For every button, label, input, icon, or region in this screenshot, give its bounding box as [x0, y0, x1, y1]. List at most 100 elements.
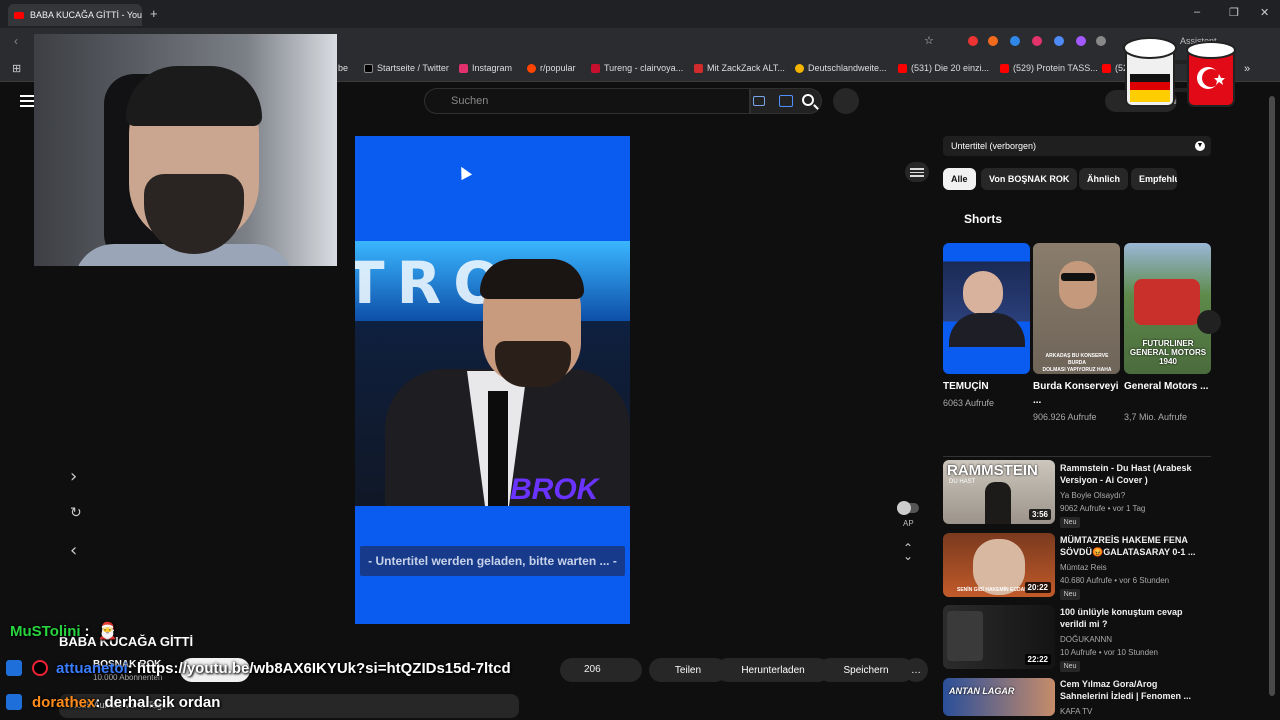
webcam-overlay — [34, 34, 337, 266]
chat-text: : https://youtu.be/wb8AX6IKYUk?si=htQZID… — [127, 659, 511, 677]
refresh-icon[interactable]: ↻ — [70, 505, 82, 521]
short-overlay-text: FUTURLINER GENERAL MOTORS 1940 — [1129, 339, 1207, 366]
chat-username: MuSTolini — [10, 622, 81, 640]
search-button[interactable] — [750, 88, 822, 114]
thumbnail-suit — [949, 313, 1025, 347]
chip-from-channel[interactable]: Von BOŞNAK ROK — [981, 168, 1078, 190]
streamer-hair — [126, 66, 262, 126]
presenter-hair — [480, 259, 584, 299]
zackzack-icon — [694, 63, 703, 73]
previous-short-icon[interactable]: ‹ — [70, 540, 77, 561]
short-thumbnail[interactable]: FUTURLINER GENERAL MOTORS 1940 — [1124, 243, 1211, 374]
new-tab-button[interactable]: + — [150, 6, 158, 21]
next-short-icon[interactable]: › — [70, 466, 77, 487]
bookmark-favicon-icon — [795, 63, 804, 73]
search-input[interactable]: Suchen — [424, 88, 750, 114]
save-button[interactable]: Speichern — [818, 658, 914, 682]
bookmark-item[interactable]: (529) Protein TASS... — [1000, 63, 1098, 73]
x-logo-icon — [364, 63, 373, 73]
short-title[interactable]: General Motors ... — [1124, 380, 1210, 394]
more-actions-button[interactable]: … — [904, 658, 928, 682]
video-title-link[interactable]: 100 ünlüyle konuştum cevap verildi mi ? — [1060, 606, 1200, 630]
chip-related[interactable]: Ähnlich — [1079, 168, 1128, 190]
subtitle-selector[interactable]: Untertitel (verborgen) ▼ — [943, 136, 1211, 156]
youtube-favicon-icon — [898, 63, 907, 73]
close-window-button[interactable]: ✕ — [1260, 6, 1269, 19]
tureng-icon — [591, 63, 600, 73]
extension-icon[interactable] — [988, 36, 998, 46]
video-channel[interactable]: Mümtaz Reis — [1060, 561, 1210, 574]
video-thumbnail[interactable]: RAMMSTEIN DU HAST 3:56 — [943, 460, 1055, 524]
channel-watermark: BROK — [510, 473, 599, 506]
video-thumbnail[interactable]: SENİN GİBİ HAKEMİN ECDADINI 20:22 — [943, 533, 1055, 597]
voice-search-button[interactable] — [833, 88, 859, 114]
download-button[interactable]: Herunterladen — [716, 658, 830, 682]
subtitle-caption: - Untertitel werden geladen, bitte warte… — [360, 546, 625, 576]
extension-icon[interactable] — [1032, 36, 1042, 46]
thumbnail-text: ANTAN LAGAR — [949, 686, 1015, 696]
short-title[interactable]: TEMUÇİN — [943, 380, 1029, 394]
video-channel[interactable]: Ya Boyle Olsaydı? — [1060, 489, 1210, 502]
subtitle-selector-label: Untertitel (verborgen) — [951, 141, 1037, 151]
presenter-beard — [495, 341, 571, 387]
video-title-link[interactable]: Cem Yılmaz Gora/Arog Sahnelerini İzledi … — [1060, 678, 1200, 702]
chip-all[interactable]: Alle — [943, 168, 976, 190]
bookmark-item[interactable]: Tureng - clairvoya... — [591, 63, 683, 73]
apps-grid-icon[interactable]: ⊞ — [12, 62, 21, 75]
like-button[interactable]: 206 — [560, 658, 642, 682]
short-thumbnail[interactable]: ARKADAŞ BU KONSERVE BURDA DOLMASI YAPIYO… — [1033, 243, 1120, 374]
extension-icon[interactable] — [1010, 36, 1020, 46]
chat-badge-icon — [6, 694, 22, 710]
bookmark-item[interactable]: r/popular — [527, 63, 576, 73]
thumbnail-text: RAMMSTEIN — [947, 462, 1038, 479]
reddit-icon — [527, 63, 536, 73]
new-badge: Neu — [1060, 661, 1080, 672]
bookmark-item[interactable]: Instagram — [459, 63, 512, 73]
scrollbar-thumb[interactable] — [1269, 96, 1275, 696]
extension-icon[interactable] — [1054, 36, 1064, 46]
bookmark-item[interactable]: (531) Die 20 einzi... — [898, 63, 989, 73]
bus-image — [1134, 279, 1200, 325]
extension-icon[interactable] — [1076, 36, 1086, 46]
autoplay-label: AP — [903, 519, 914, 528]
short-title[interactable]: Burda Konserveyi ... — [1033, 380, 1119, 408]
short-views: 3,7 Mio. Aufrufe — [1124, 412, 1188, 422]
bookmark-item[interactable]: Startseite / Twitter — [364, 63, 449, 73]
menu-lines-icon[interactable] — [905, 162, 929, 182]
expand-icon[interactable]: ⌃ ⌄ — [903, 542, 913, 562]
bookmark-star-icon[interactable]: ☆ — [924, 34, 934, 47]
chevron-down-icon: ▼ — [1195, 141, 1205, 151]
thumbnail-subtext: SENİN GİBİ HAKEMİN ECDADINI — [957, 587, 1035, 593]
video-thumbnail[interactable]: 22:22 — [943, 605, 1055, 669]
minimize-button[interactable]: – — [1194, 6, 1200, 18]
extensions-puzzle-icon[interactable] — [1096, 36, 1106, 46]
bookmark-item[interactable]: be — [338, 63, 348, 73]
translate-icon[interactable] — [753, 96, 765, 106]
maximize-button[interactable]: ❐ — [1229, 6, 1239, 19]
bookmark-item[interactable]: Deutschlandweite... — [795, 63, 887, 73]
like-count: 206 — [584, 664, 601, 675]
autoplay-toggle[interactable] — [897, 501, 919, 515]
bookmark-item[interactable]: Mit ZackZack ALT... — [694, 63, 785, 73]
presenter-tie — [488, 391, 508, 506]
duration-badge: 20:22 — [1024, 582, 1051, 593]
browser-tab[interactable]: BABA KUCAĞA GİTTİ - YouTube × — [8, 4, 142, 26]
chat-message: MuSTolini : 🎅 — [0, 620, 117, 642]
short-views: 6063 Aufrufe — [943, 398, 995, 408]
menu-icon[interactable] — [20, 95, 34, 107]
shorts-next-button[interactable] — [1197, 310, 1221, 334]
video-title-link[interactable]: MÜMTAZREİS HAKEME FENA SÖVDÜ😡GALATASARAY… — [1060, 534, 1200, 558]
video-title-link[interactable]: Rammstein - Du Hast (Arabesk Versiyon - … — [1060, 462, 1200, 486]
new-badge: Neu — [1060, 589, 1080, 600]
back-icon[interactable]: ‹ — [14, 34, 18, 48]
video-thumbnail[interactable]: ANTAN LAGAR — [943, 678, 1055, 716]
beer-mugs-icon — [1123, 37, 1236, 107]
screenshot-icon[interactable] — [779, 95, 793, 107]
extension-icon[interactable] — [968, 36, 978, 46]
short-overlay-text: ARKADAŞ BU KONSERVE BURDA DOLMASI YAPIYO… — [1042, 353, 1112, 373]
video-channel[interactable]: KAFA TV — [1060, 705, 1210, 718]
video-channel[interactable]: DOĞUKANNN — [1060, 633, 1210, 646]
short-thumbnail[interactable] — [943, 243, 1030, 374]
chip-recommendations[interactable]: Empfehlungen — [1131, 168, 1177, 190]
shorts-heading: Shorts — [964, 212, 1003, 226]
